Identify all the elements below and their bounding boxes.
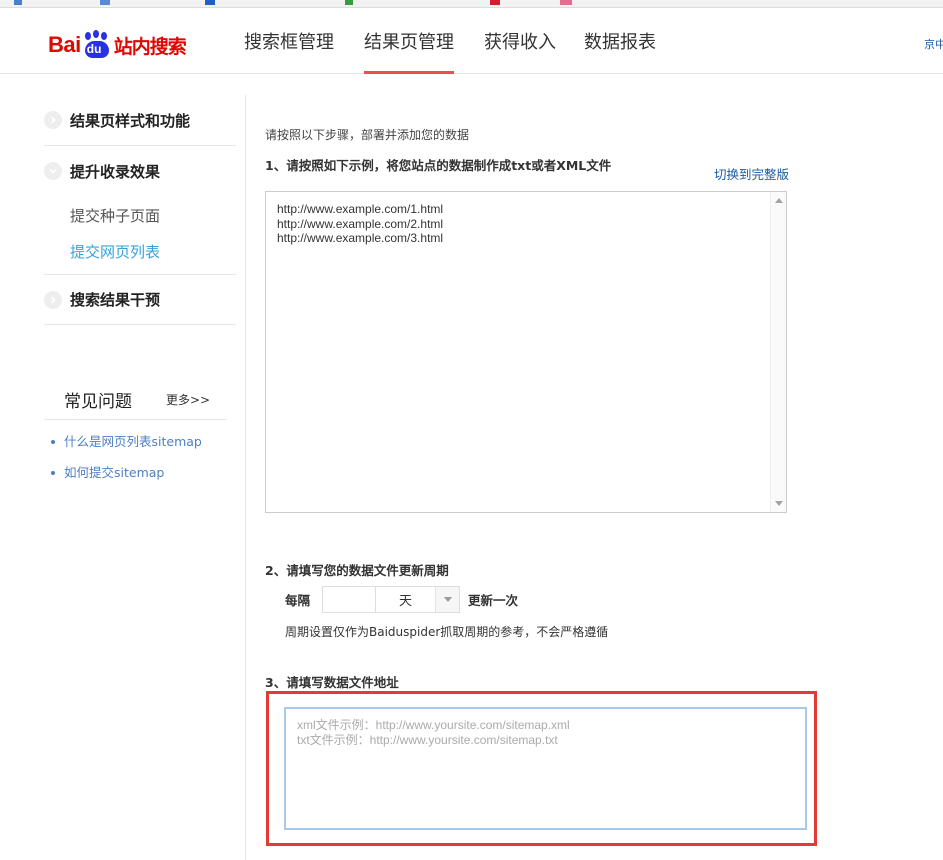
example-line: http://www.example.com/3.html	[277, 231, 444, 245]
example-line: http://www.example.com/1.html	[277, 202, 444, 216]
switch-full-version-link[interactable]: 切换到完整版	[714, 164, 789, 183]
sidebar: 结果页样式和功能 提升收录效果 提交种子页面 提交网页列表 搜索结果干预	[44, 95, 236, 325]
sidebar-section-label: 结果页样式和功能	[70, 111, 191, 130]
main-nav: 搜索框管理 结果页管理 获得收入 数据报表	[230, 8, 670, 74]
paw-icon: du	[82, 30, 112, 60]
data-file-url-textarea[interactable]	[284, 707, 807, 830]
chevron-down-icon	[44, 162, 62, 180]
logo-paw-text: du	[86, 42, 102, 56]
bullet-icon	[51, 440, 55, 444]
logo-text: Bai	[48, 32, 81, 57]
update-frequency-row: 每隔 天 更新一次	[285, 586, 518, 613]
example-textarea[interactable]: http://www.example.com/1.html http://www…	[265, 191, 787, 513]
nav-data-reports[interactable]: 数据报表	[570, 8, 670, 74]
browser-bookmarks-strip	[0, 0, 943, 8]
sidebar-item-submit-seed-pages[interactable]: 提交种子页面	[44, 198, 236, 234]
sidebar-section-label: 提升收录效果	[70, 162, 161, 181]
scrollbar[interactable]	[770, 192, 786, 512]
frequency-note: 周期设置仅作为Baiduspider抓取周期的参考，不会严格遵循	[285, 625, 609, 639]
scroll-down-icon[interactable]	[775, 501, 783, 506]
frequency-input[interactable]	[322, 586, 377, 613]
example-line: http://www.example.com/2.html	[277, 216, 444, 231]
nav-get-income[interactable]: 获得收入	[470, 8, 570, 74]
faq-more-link[interactable]: 更多>>	[166, 391, 210, 408]
example-lines: http://www.example.com/1.html http://www…	[277, 202, 443, 246]
sidebar-section-improve-indexing[interactable]: 提升收录效果	[44, 146, 236, 196]
faq-link-what-is-sitemap[interactable]: 什么是网页列表sitemap	[44, 432, 226, 463]
faq-link-text: 如何提交sitemap	[64, 465, 165, 480]
frequency-unit-select[interactable]: 天	[376, 586, 461, 613]
bookmark-icon[interactable]	[205, 0, 215, 5]
sidebar-divider	[245, 95, 246, 860]
step-2-heading: 2、请填写您的数据文件更新周期	[265, 563, 449, 578]
nav-search-box-manage[interactable]: 搜索框管理	[230, 8, 348, 74]
chevron-right-icon	[44, 290, 62, 309]
scroll-up-icon[interactable]	[775, 198, 783, 203]
faq-link-how-submit-sitemap[interactable]: 如何提交sitemap	[44, 463, 226, 494]
step-1-heading: 1、请按照如下示例，将您站点的数据制作成txt或者XML文件	[265, 158, 612, 173]
bookmark-icon[interactable]	[560, 0, 572, 5]
faq-list: 什么是网页列表sitemap 如何提交sitemap	[44, 432, 226, 494]
sidebar-section-result-style[interactable]: 结果页样式和功能	[44, 95, 236, 146]
sidebar-item-submit-page-list[interactable]: 提交网页列表	[44, 234, 236, 270]
faq-title: 常见问题	[64, 392, 132, 412]
chevron-right-icon	[44, 111, 62, 129]
logo-subtitle: 站内搜索	[113, 35, 187, 58]
frequency-unit-value: 天	[399, 594, 413, 609]
bookmark-icon[interactable]	[100, 0, 110, 5]
sidebar-section-search-intervention[interactable]: 搜索结果干预	[44, 275, 236, 325]
bookmark-icon[interactable]	[345, 0, 353, 5]
header-user-link[interactable]: 京中	[924, 36, 943, 52]
bullet-icon	[51, 471, 55, 475]
site-header: Bai du 站内搜索 搜索框管理 结果页管理 获得收入 数据报表 京中	[0, 8, 943, 74]
frequency-prefix: 每隔	[285, 593, 311, 608]
chevron-down-icon[interactable]	[435, 587, 460, 612]
bookmark-icon[interactable]	[490, 0, 500, 5]
faq-header: 常见问题 更多>>	[44, 380, 226, 420]
faq-panel: 常见问题 更多>> 什么是网页列表sitemap 如何提交sitemap	[44, 380, 226, 494]
nav-result-page-manage[interactable]: 结果页管理	[350, 8, 468, 74]
sidebar-sub-list: 提交种子页面 提交网页列表	[44, 196, 236, 275]
faq-link-text: 什么是网页列表sitemap	[64, 434, 202, 449]
intro-text: 请按照以下步骤，部署并添加您的数据	[265, 128, 470, 142]
baidu-logo[interactable]: Bai du 站内搜索	[48, 28, 187, 62]
frequency-suffix: 更新一次	[468, 593, 519, 608]
bookmark-icon[interactable]	[14, 0, 22, 5]
sidebar-section-label: 搜索结果干预	[70, 291, 161, 309]
step-3-heading: 3、请填写数据文件地址	[265, 675, 399, 690]
